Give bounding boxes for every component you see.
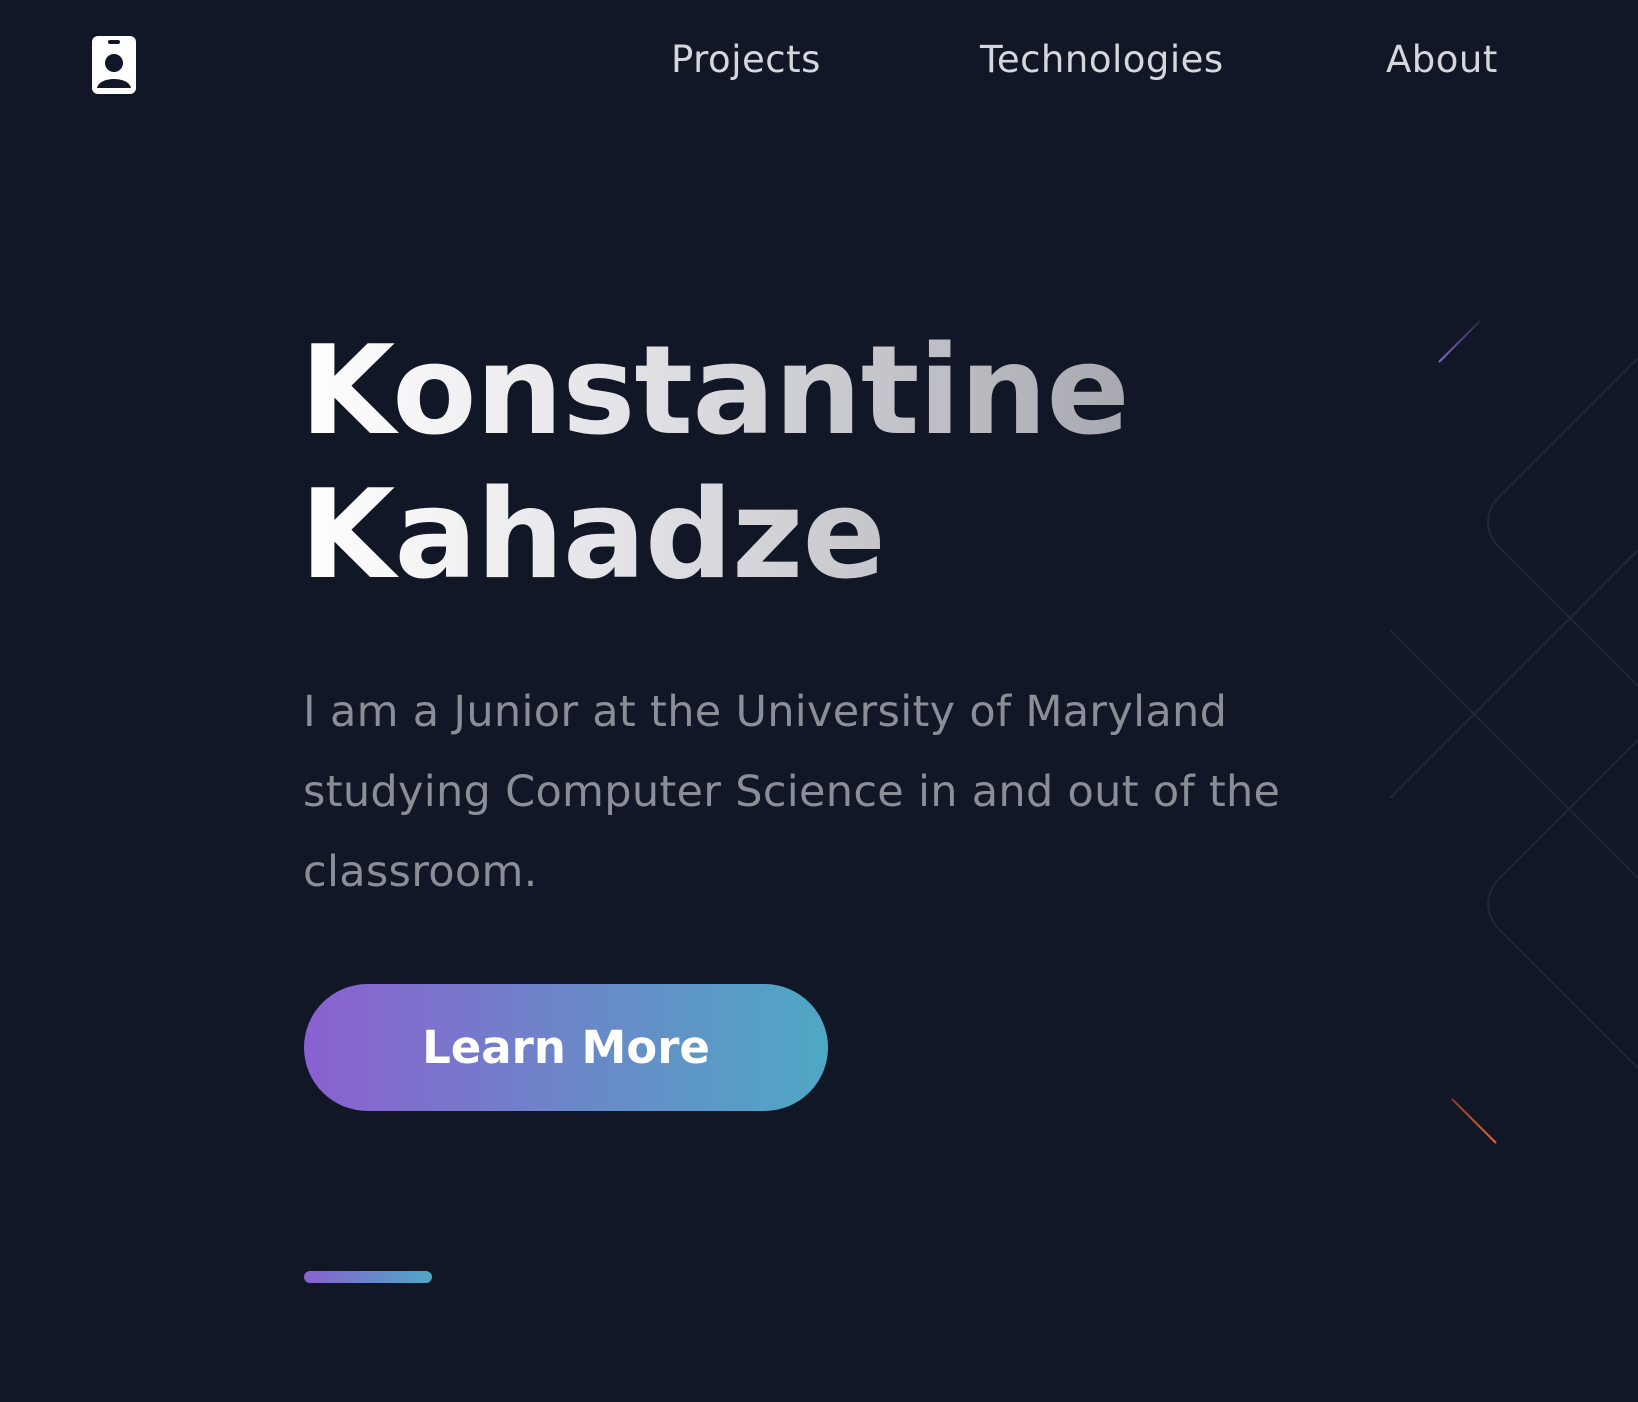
orange-accent-line <box>1451 1098 1497 1144</box>
grid-line <box>1487 357 1638 687</box>
grid-line <box>1487 739 1638 1069</box>
portfolio-page: Projects Technologies About Konstantine … <box>0 0 1638 1402</box>
nav-link-technologies[interactable]: Technologies <box>980 38 1224 81</box>
hero-title: Konstantine Kahadze <box>300 320 1200 608</box>
hero-description: I am a Junior at the University of Maryl… <box>303 687 1281 897</box>
nav-link-about[interactable]: About <box>1386 38 1498 81</box>
learn-more-button[interactable]: Learn More <box>304 984 828 1111</box>
scroll-indicator <box>304 1271 432 1283</box>
purple-accent-line <box>1438 320 1481 363</box>
hero-title-last-name: Kahadze <box>300 464 885 607</box>
learn-more-label: Learn More <box>422 1021 710 1074</box>
grid-line <box>1389 629 1638 879</box>
grid-line <box>1389 549 1638 799</box>
main-nav: Projects Technologies About <box>0 38 1638 88</box>
hero-title-first-name: Konstantine <box>300 320 1129 463</box>
nav-link-projects[interactable]: Projects <box>671 38 821 81</box>
decorative-lines <box>1389 320 1638 1144</box>
